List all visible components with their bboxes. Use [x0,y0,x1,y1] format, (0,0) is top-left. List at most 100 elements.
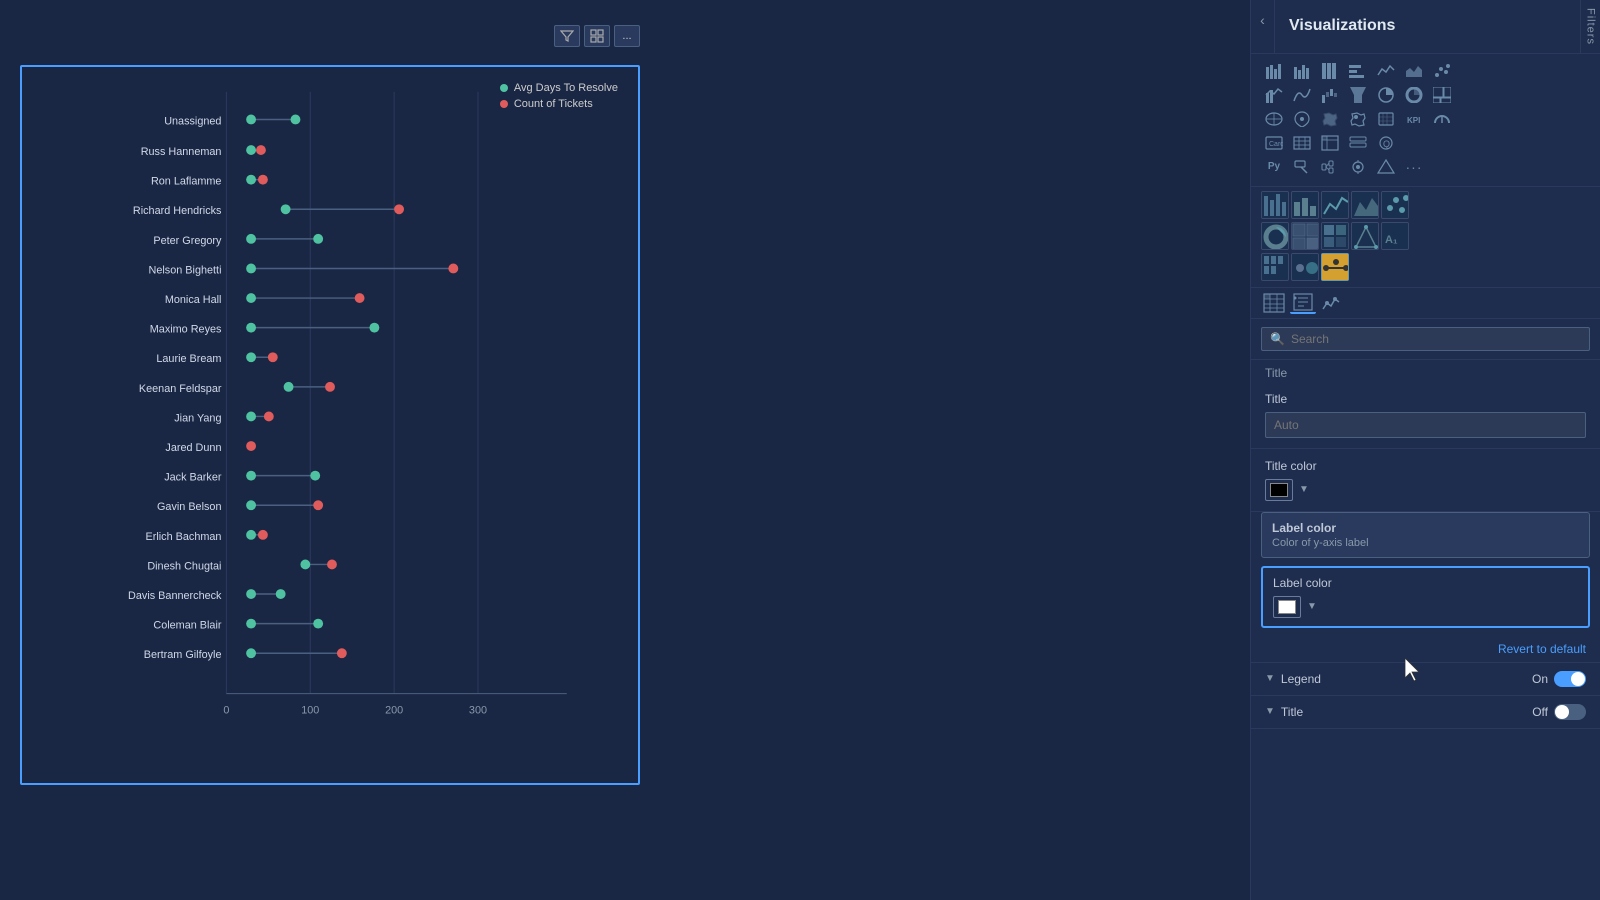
viz-icon-map2[interactable] [1289,108,1315,130]
viz-icon-stacked-bar[interactable] [1261,60,1287,82]
viz-icon-slicer[interactable] [1345,132,1371,154]
viz-icon-matrix[interactable] [1317,132,1343,154]
title-color-swatch[interactable] [1265,479,1293,501]
pattern-icon-9[interactable] [1351,222,1379,250]
viz-icon-donut[interactable] [1401,84,1427,106]
pattern-icon-5[interactable] [1381,191,1409,219]
viz-icon-combo[interactable] [1261,84,1287,106]
title2-toggle-state: Off [1532,705,1548,719]
svg-text:Monica Hall: Monica Hall [165,294,222,306]
expand-button[interactable] [584,25,610,47]
title-input[interactable] [1265,412,1586,438]
title2-toggle[interactable]: Off [1532,704,1586,720]
filter-button[interactable] [554,25,580,47]
title2-chevron[interactable]: ▼ [1265,706,1275,717]
viz-icon-card[interactable]: Card [1261,132,1287,154]
viz-pattern-section: A₁ [1251,187,1600,288]
section-title-partial: Title [1251,360,1600,382]
revert-default-link[interactable]: Revert to default [1251,636,1600,663]
pattern-icon-3[interactable] [1321,191,1349,219]
title-color-label: Title color [1265,459,1586,473]
title-section-2: ▼ Title Off [1251,696,1600,729]
viz-icon-table2[interactable] [1261,292,1287,314]
filters-tab[interactable]: Filters [1580,0,1600,53]
title-color-row: ▼ [1265,479,1586,501]
legend-label: Legend [1281,672,1321,686]
pattern-icon-1[interactable] [1261,191,1289,219]
viz-icon-analytics[interactable] [1319,292,1345,314]
viz-icon-funnel[interactable] [1345,84,1371,106]
viz-icon-powerapp[interactable] [1373,156,1399,178]
pattern-icon-10[interactable]: A₁ [1381,222,1409,250]
legend-item-avg: Avg Days To Resolve [500,82,618,94]
viz-icon-treemap[interactable] [1429,84,1455,106]
svg-text:Keenan Feldspar: Keenan Feldspar [139,383,222,395]
label-color-row: ▼ [1273,596,1578,618]
svg-text:Ron Laflamme: Ron Laflamme [151,176,222,188]
title-color-dropdown-arrow[interactable]: ▼ [1299,484,1309,495]
viz-icon-format[interactable] [1290,292,1316,314]
legend-toggle[interactable]: On [1532,671,1586,687]
viz-icon-area-chart[interactable] [1401,60,1427,82]
svg-text:300: 300 [469,704,487,716]
search-icon: 🔍 [1270,332,1285,346]
pattern-icon-2[interactable] [1291,191,1319,219]
viz-icon-more-dots[interactable]: ··· [1401,156,1427,178]
back-arrow-button[interactable]: ‹ [1251,0,1275,53]
pattern-icon-8[interactable] [1321,222,1349,250]
viz-icon-horizontal-bar[interactable] [1345,60,1371,82]
label-color-dropdown-arrow[interactable]: ▼ [1307,601,1317,612]
title-section-2-title: ▼ Title [1265,705,1303,719]
pattern-icon-7[interactable] [1291,222,1319,250]
label-color-swatch[interactable] [1273,596,1301,618]
label-color-tooltip: Label color Color of y-axis label [1261,512,1590,558]
label-color-swatch-inner [1278,600,1296,614]
legend-toggle-state: On [1532,672,1548,686]
viz-icon-kpi[interactable]: KPI [1401,108,1427,130]
legend-dot-count [500,100,508,108]
pattern-icon-12[interactable] [1291,253,1319,281]
viz-icon-gauge[interactable] [1429,108,1455,130]
viz-icon-smart[interactable]: Q [1373,132,1399,154]
legend-toggle-track[interactable] [1554,671,1586,687]
right-panel: ‹ Visualizations Filters [1250,0,1600,900]
viz-icon-clustered-bar[interactable] [1289,60,1315,82]
viz-icon-waterfall[interactable] [1317,84,1343,106]
pattern-icon-6[interactable] [1261,222,1289,250]
svg-text:Erlich Bachman: Erlich Bachman [146,531,222,543]
legend-section: ▼ Legend On [1251,663,1600,696]
search-input[interactable] [1291,332,1581,346]
viz-icon-decomp-tree[interactable] [1317,156,1343,178]
viz-icon-shape-map[interactable] [1373,108,1399,130]
viz-icon-table[interactable] [1289,132,1315,154]
search-input-wrapper[interactable]: 🔍 [1261,327,1590,351]
svg-text:Gavin Belson: Gavin Belson [157,501,222,513]
viz-icon-100-bar[interactable] [1317,60,1343,82]
viz-icon-filled-map[interactable] [1317,108,1343,130]
viz-icon-map1[interactable] [1261,108,1287,130]
chart-svg: Unassigned Russ Hanneman Ron Laflamme Ri… [37,82,623,743]
svg-text:Unassigned: Unassigned [164,115,221,127]
svg-text:Peter Gregory: Peter Gregory [153,235,222,247]
viz-icon-azure-map[interactable] [1345,108,1371,130]
pattern-icon-active[interactable] [1321,253,1349,281]
viz-icon-line-chart[interactable] [1373,60,1399,82]
more-button[interactable]: ... [614,25,640,47]
panel-title: Visualizations [1275,7,1580,45]
title2-toggle-track[interactable] [1554,704,1586,720]
viz-icon-pie[interactable] [1373,84,1399,106]
label-color-section-label: Label color [1273,576,1578,590]
viz-special-icons [1251,288,1600,319]
viz-icon-python[interactable]: Py [1261,156,1287,178]
viz-icon-ai-insights[interactable] [1345,156,1371,178]
viz-icon-scatter[interactable] [1429,60,1455,82]
viz-icon-r-script[interactable] [1289,156,1315,178]
title2-label: Title [1281,705,1303,719]
legend-chevron[interactable]: ▼ [1265,673,1275,684]
pattern-icon-4[interactable] [1351,191,1379,219]
svg-text:Maximo Reyes: Maximo Reyes [150,324,222,336]
title-label: Title [1265,392,1586,406]
viz-icon-ribbon[interactable] [1289,84,1315,106]
svg-text:Nelson Bighetti: Nelson Bighetti [149,264,222,276]
pattern-icon-11[interactable] [1261,253,1289,281]
